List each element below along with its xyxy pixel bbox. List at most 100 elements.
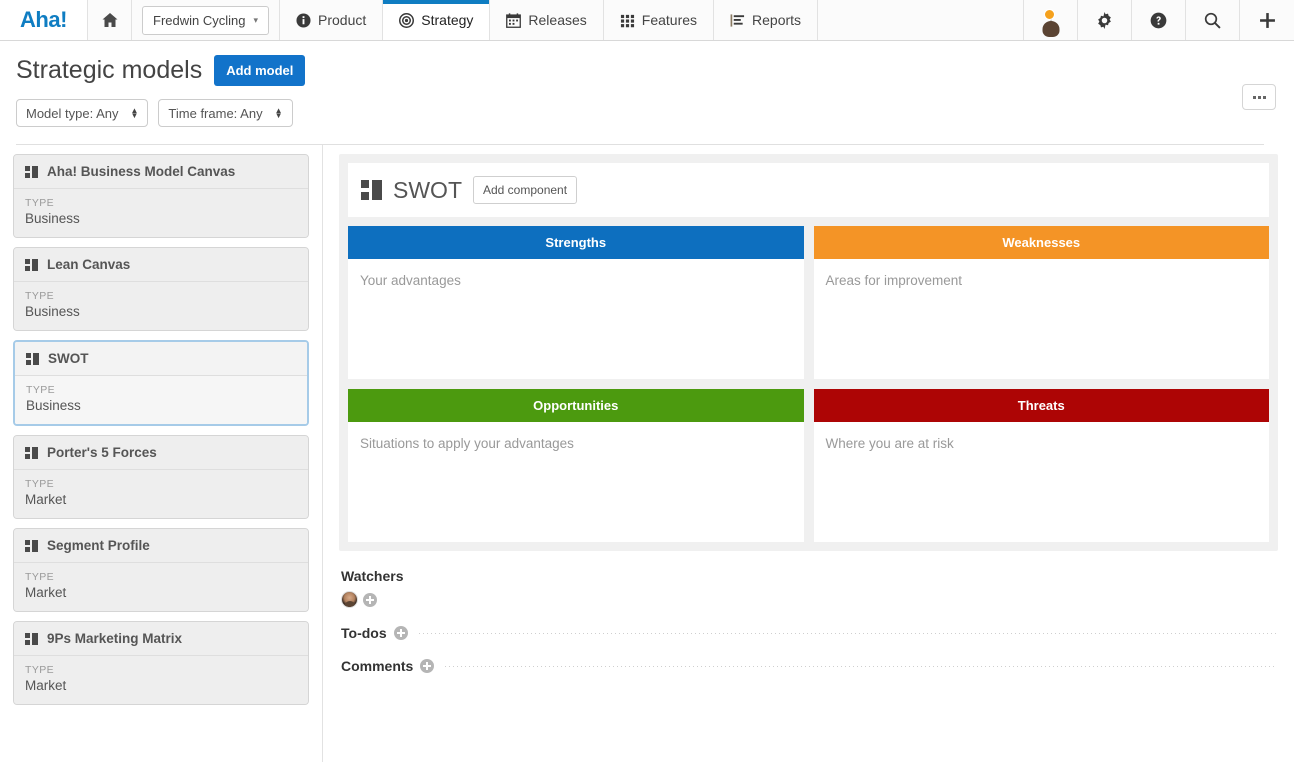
model-card-header: 9Ps Marketing Matrix <box>14 622 308 656</box>
model-card-body: TYPE Business <box>14 189 308 237</box>
model-grid-icon <box>25 259 38 271</box>
main-content: SWOT Add component Strengths Your advant… <box>323 145 1294 762</box>
swot-quadrant-weaknesses-body[interactable]: Areas for improvement <box>814 259 1270 379</box>
footer-sections: Watchers To-dos Comments <box>339 551 1278 674</box>
add-model-button[interactable]: Add model <box>214 55 305 86</box>
add-watcher-button[interactable] <box>363 593 377 607</box>
model-card-name: Porter's 5 Forces <box>47 445 157 460</box>
add-component-button[interactable]: Add component <box>473 176 577 204</box>
sidebar-item-9ps-marketing-matrix[interactable]: 9Ps Marketing Matrix TYPE Market <box>13 621 309 705</box>
todos-section: To-dos <box>341 625 1276 641</box>
help-button[interactable] <box>1132 0 1186 40</box>
tab-strategy-label: Strategy <box>421 12 473 28</box>
swot-grid: Strengths Your advantages Weaknesses Are… <box>348 226 1269 542</box>
nav-right-actions <box>1024 0 1294 40</box>
swot-quadrant-strengths-body[interactable]: Your advantages <box>348 259 804 379</box>
model-type-label: TYPE <box>25 571 297 583</box>
header-divider <box>16 144 1264 145</box>
model-type-value: Business <box>25 211 297 226</box>
add-todo-button[interactable] <box>394 626 408 640</box>
sidebar-item-segment-profile[interactable]: Segment Profile TYPE Market <box>13 528 309 612</box>
watchers-section: Watchers <box>341 568 1276 608</box>
swot-title: SWOT <box>393 177 462 204</box>
search-button[interactable] <box>1186 0 1240 40</box>
product-selector-container: Fredwin Cycling ▾ <box>132 0 280 40</box>
tab-product[interactable]: Product <box>280 0 383 40</box>
aha-logo-text: Aha! <box>20 7 67 33</box>
model-card-body: TYPE Business <box>15 376 307 424</box>
model-type-filter-label: Model type: Any <box>26 106 119 121</box>
sidebar-item-porters-5-forces[interactable]: Porter's 5 Forces TYPE Market <box>13 435 309 519</box>
swot-quadrant-opportunities: Opportunities Situations to apply your a… <box>348 389 804 542</box>
comments-section: Comments <box>341 658 1276 674</box>
comments-divider <box>445 666 1276 667</box>
swot-panel-header: SWOT Add component <box>348 163 1269 217</box>
sidebar-item-swot[interactable]: SWOT TYPE Business <box>13 340 309 426</box>
model-grid-icon <box>25 540 38 552</box>
swot-quadrant-opportunities-header: Opportunities <box>348 389 804 422</box>
watcher-avatar <box>341 591 358 608</box>
home-icon <box>102 12 118 28</box>
more-options-button[interactable] <box>1242 84 1276 110</box>
model-grid-icon <box>25 633 38 645</box>
home-button[interactable] <box>88 0 132 40</box>
swot-quadrant-weaknesses-header: Weaknesses <box>814 226 1270 259</box>
aha-logo[interactable]: Aha! <box>0 0 88 40</box>
product-selector[interactable]: Fredwin Cycling ▾ <box>142 6 269 35</box>
nav-spacer <box>818 0 1024 40</box>
todos-label: To-dos <box>341 625 387 641</box>
page-header: Strategic models Add model Model type: A… <box>0 41 1294 145</box>
spinner-arrows-icon: ▲▼ <box>131 108 139 118</box>
tab-strategy[interactable]: Strategy <box>383 0 490 40</box>
model-card-name: Aha! Business Model Canvas <box>47 164 235 179</box>
model-card-body: TYPE Market <box>14 470 308 518</box>
swot-quadrant-threats-header: Threats <box>814 389 1270 422</box>
gear-icon <box>1096 12 1113 29</box>
model-type-label: TYPE <box>25 478 297 490</box>
plus-icon <box>1259 12 1276 29</box>
sidebar-item-lean-canvas[interactable]: Lean Canvas TYPE Business <box>13 247 309 331</box>
tab-releases-label: Releases <box>528 12 586 28</box>
tab-releases[interactable]: Releases <box>490 0 603 40</box>
model-type-label: TYPE <box>26 384 296 396</box>
tab-features[interactable]: Features <box>604 0 714 40</box>
model-type-value: Business <box>26 398 296 413</box>
model-grid-icon <box>25 447 38 459</box>
help-icon <box>1150 12 1167 29</box>
info-circle-icon <box>296 13 311 28</box>
list-bars-icon <box>730 13 745 28</box>
todos-divider <box>419 633 1276 634</box>
sidebar-item-aha-business-model-canvas[interactable]: Aha! Business Model Canvas TYPE Business <box>13 154 309 238</box>
model-type-value: Market <box>25 585 297 600</box>
add-button[interactable] <box>1240 0 1294 40</box>
top-navigation-bar: Aha! Fredwin Cycling ▾ Product Strategy <box>0 0 1294 41</box>
time-frame-filter-label: Time frame: Any <box>168 106 262 121</box>
chevron-down-icon: ▾ <box>253 15 258 26</box>
model-card-name: Lean Canvas <box>47 257 130 272</box>
user-menu-button[interactable] <box>1024 0 1078 40</box>
page-title: Strategic models <box>16 56 202 85</box>
model-card-name: SWOT <box>48 351 89 366</box>
target-icon <box>399 13 414 28</box>
filter-row: Model type: Any ▲▼ Time frame: Any ▲▼ <box>16 99 1278 127</box>
tab-reports[interactable]: Reports <box>714 0 818 40</box>
add-comment-button[interactable] <box>420 659 434 673</box>
swot-quadrant-opportunities-body[interactable]: Situations to apply your advantages <box>348 422 804 542</box>
tab-product-label: Product <box>318 12 366 28</box>
model-type-label: TYPE <box>25 664 297 676</box>
model-type-value: Market <box>25 678 297 693</box>
swot-quadrant-threats-body[interactable]: Where you are at risk <box>814 422 1270 542</box>
settings-button[interactable] <box>1078 0 1132 40</box>
model-type-label: TYPE <box>25 290 297 302</box>
watchers-label: Watchers <box>341 568 1276 584</box>
model-card-name: Segment Profile <box>47 538 150 553</box>
tab-reports-label: Reports <box>752 12 801 28</box>
time-frame-filter[interactable]: Time frame: Any ▲▼ <box>158 99 292 127</box>
tab-features-label: Features <box>642 12 697 28</box>
model-grid-icon <box>361 180 382 200</box>
model-card-body: TYPE Market <box>14 563 308 611</box>
model-grid-icon <box>26 353 39 365</box>
model-type-filter[interactable]: Model type: Any ▲▼ <box>16 99 148 127</box>
title-row: Strategic models Add model <box>16 55 1278 86</box>
dot <box>1253 96 1256 99</box>
